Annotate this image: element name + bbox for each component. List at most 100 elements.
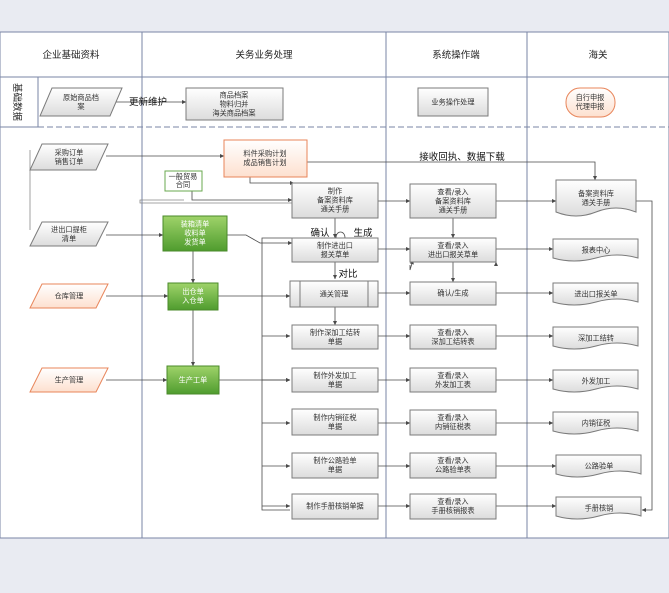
node-text-line: 入仓单 (182, 296, 204, 305)
node-text-line: 深加工结转 (578, 334, 614, 343)
node-text-line: 业务操作处理 (431, 98, 474, 107)
label-compare: 对比 (338, 268, 357, 280)
node-text: 自行申报代理申报 (576, 93, 605, 111)
node-review-inspection[interactable]: 查看/录入公路验单表 (409, 452, 497, 479)
node-text: 查看/录入公路验单表 (435, 456, 471, 474)
node-text-line: 收料单 (184, 229, 206, 238)
node-io-shipping[interactable]: 进出口提柜清单 (29, 221, 109, 247)
node-text-line: 发货单 (184, 238, 206, 247)
node-text: 制作手册核销单据 (306, 502, 364, 511)
node-text-line: 制作进出口 (317, 241, 353, 250)
node-text-line: 生产管理 (55, 376, 84, 385)
node-text: 通关管理 (320, 290, 349, 299)
node-raw-goods-archive[interactable]: 原始商品档案 (39, 87, 123, 117)
node-production-mgmt[interactable]: 生产管理 (29, 367, 109, 393)
node-text-line: 公路验单表 (435, 465, 471, 474)
node-text-line: 海关商品档案 (212, 109, 255, 118)
node-text-line: 生产工单 (179, 376, 208, 385)
node-text: 手册核销 (585, 504, 614, 513)
node-material-plan[interactable]: 料件采购计划成品销售计划 (223, 139, 308, 178)
node-purchase-sales-order[interactable]: 采购订单销售订单 (29, 143, 109, 171)
node-text-line: 手册核销 (585, 504, 614, 513)
node-text: 内销征税 (582, 419, 611, 428)
node-text-line: 制作内销征税 (313, 413, 356, 422)
node-review-writeoff[interactable]: 查看/录入手册核销报表 (409, 493, 497, 520)
node-text: 查看/录入外发加工表 (435, 371, 471, 389)
node-make-inspection[interactable]: 制作公路验单单据 (291, 452, 379, 479)
node-text-line: 查看/录入 (437, 413, 468, 422)
node-text-line: 案 (77, 102, 84, 111)
node-text-line: 查看/录入 (437, 328, 468, 337)
node-packing-invoice[interactable]: 装箱清单收料单发货单 (162, 215, 228, 252)
node-review-domestic-tax[interactable]: 查看/录入内销征税表 (409, 409, 497, 436)
node-make-outsourcing[interactable]: 制作外发加工单据 (291, 367, 379, 393)
node-text-line: 原始商品档 (63, 93, 99, 102)
node-text-line: 通关手册 (321, 205, 350, 214)
node-text-line: 查看/录入 (437, 187, 468, 196)
lane-title-customs-biz: 关务业务处理 (235, 49, 293, 61)
node-text: 外发加工 (582, 377, 611, 386)
node-text: 出仓单入仓单 (182, 287, 204, 305)
node-text-line: 通关管理 (320, 290, 349, 299)
node-biz-op[interactable]: 业务操作处理 (417, 87, 489, 117)
node-text-line: 通关手册 (439, 206, 468, 215)
node-text: 业务操作处理 (431, 98, 474, 107)
node-text-line: 料件采购计划 (243, 149, 286, 158)
node-general-trade[interactable]: 一般贸易合同 (164, 170, 203, 192)
node-warehouse-mgmt[interactable]: 仓库管理 (29, 283, 109, 309)
node-text-line: 备案资料库 (578, 189, 614, 198)
node-text: 查看/录入手册核销报表 (431, 497, 474, 515)
node-text-line: 自行申报 (576, 93, 605, 102)
node-text-line: 单据 (328, 465, 342, 474)
node-text: 备案资料库通关手册 (578, 189, 614, 207)
node-text-line: 仓库管理 (55, 292, 84, 301)
node-text: 采购订单销售订单 (55, 148, 84, 166)
node-text: 进出口报关单 (574, 290, 617, 299)
node-text-line: 单据 (328, 380, 342, 389)
node-text-line: 制作 (328, 186, 342, 195)
node-production-order[interactable]: 生产工单 (166, 365, 220, 395)
node-text: 确认/生成 (437, 289, 468, 298)
node-text: 报表中心 (582, 246, 611, 255)
node-text: 查看/录入内销征税表 (435, 413, 471, 431)
node-text: 装箱清单收料单发货单 (181, 219, 210, 246)
node-goods-archive-group[interactable]: 商品档案物料归并海关商品档案 (185, 87, 284, 121)
node-make-record-manual[interactable]: 制作备案资料库通关手册 (291, 182, 379, 219)
node-text-line: 手册核销报表 (431, 506, 474, 515)
node-text-line: 制作公路验单 (313, 456, 356, 465)
node-text: 料件采购计划成品销售计划 (243, 149, 286, 167)
node-text-line: 外发加工 (582, 377, 611, 386)
node-make-deep-processing[interactable]: 制作深加工结转单据 (291, 324, 379, 350)
node-make-writeoff[interactable]: 制作手册核销单据 (291, 493, 379, 520)
node-review-record-manual[interactable]: 查看/录入备案资料库通关手册 (409, 183, 497, 219)
label-generate: 生成 (353, 227, 373, 239)
node-out-in-stock[interactable]: 出仓单入仓单 (167, 282, 219, 311)
node-text: 仓库管理 (55, 292, 84, 301)
node-review-outsourcing[interactable]: 查看/录入外发加工表 (409, 367, 497, 393)
node-self-declare[interactable]: 自行申报代理申报 (565, 87, 616, 118)
node-text-line: 报关草单 (321, 250, 350, 259)
node-confirm-generate[interactable]: 确认/生成 (409, 281, 497, 306)
node-text-line: 公路验单 (585, 462, 614, 471)
node-text-line: 制作外发加工 (313, 371, 356, 380)
node-text-line: 确认/生成 (437, 289, 468, 298)
lane-title-system: 系统操作端 (432, 49, 480, 61)
flowchart: 企业基础资料 关务业务处理 系统操作端 海关 基础数据 原始商品档案 商品档案物… (0, 31, 669, 539)
node-make-io-declaration[interactable]: 制作进出口报关草单 (291, 237, 379, 263)
node-text: 公路验单 (585, 462, 614, 471)
label-update-maintain: 更新维护 (129, 96, 167, 108)
label-confirm: 确认 (310, 227, 330, 239)
node-text-line: 销售订单 (55, 157, 84, 166)
node-text-line: 报表中心 (582, 246, 611, 255)
node-text-line: 成品销售计划 (243, 158, 286, 167)
node-text-line: 清单 (62, 234, 76, 243)
node-text-line: 出仓单 (182, 287, 204, 296)
node-clearance-mgmt[interactable]: 通关管理 (289, 280, 379, 308)
node-text-line: 装箱清单 (181, 219, 210, 228)
node-text: 查看/录入备案资料库通关手册 (435, 187, 471, 214)
node-review-io-declaration[interactable]: 查看/录入进出口报关草单 (409, 237, 497, 263)
node-text-line: 内销征税表 (435, 422, 471, 431)
node-review-deep-processing[interactable]: 查看/录入深加工结转表 (409, 324, 497, 350)
node-text-line: 查看/录入 (437, 371, 468, 380)
node-make-domestic-tax[interactable]: 制作内销征税单据 (291, 408, 379, 436)
